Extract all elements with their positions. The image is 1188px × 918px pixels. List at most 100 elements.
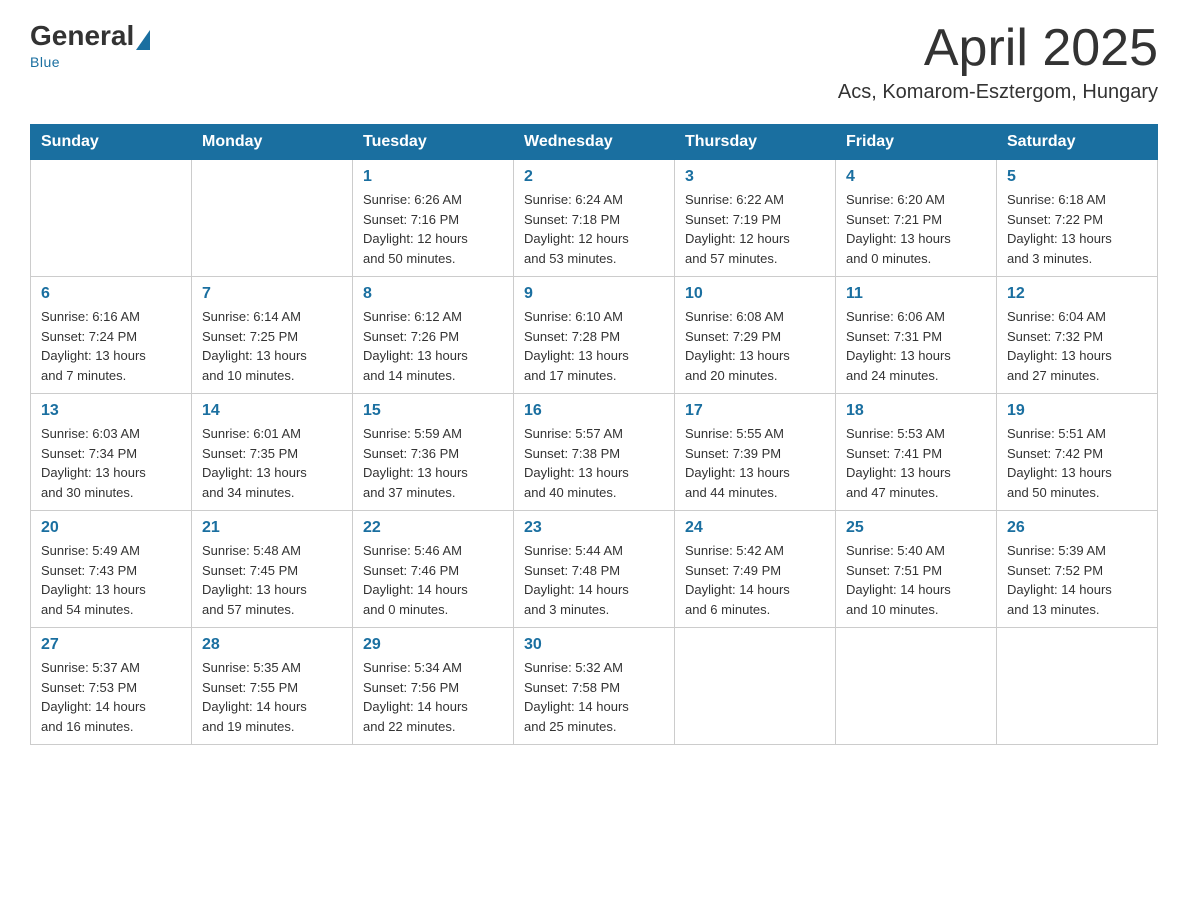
day-info: Sunrise: 6:10 AM Sunset: 7:28 PM Dayligh… bbox=[524, 307, 664, 385]
day-number: 14 bbox=[202, 402, 342, 420]
day-number: 4 bbox=[846, 168, 986, 186]
day-number: 17 bbox=[685, 402, 825, 420]
calendar-cell: 20 Sunrise: 5:49 AM Sunset: 7:43 PM Dayli… bbox=[31, 511, 192, 628]
day-info: Sunrise: 6:18 AM Sunset: 7:22 PM Dayligh… bbox=[1007, 190, 1147, 268]
calendar-cell: 22Sunrise: 5:46 AM Sunset: 7:46 PM Dayli… bbox=[353, 511, 514, 628]
day-number: 25 bbox=[846, 519, 986, 537]
calendar-week-row: 27 Sunrise: 5:37 AM Sunset: 7:53 PM Dayli… bbox=[31, 628, 1158, 745]
day-number: 15 bbox=[363, 402, 503, 420]
calendar-cell: 9 Sunrise: 6:10 AM Sunset: 7:28 PM Daylig… bbox=[514, 277, 675, 394]
calendar-week-row: 20 Sunrise: 5:49 AM Sunset: 7:43 PM Dayli… bbox=[31, 511, 1158, 628]
day-info: Sunrise: 5:59 AM Sunset: 7:36 PM Dayligh… bbox=[363, 424, 503, 502]
calendar-week-row: 1 Sunrise: 6:26 AM Sunset: 7:16 PM Daylig… bbox=[31, 160, 1158, 277]
day-info: Sunrise: 5:48 AM Sunset: 7:45 PM Dayligh… bbox=[202, 541, 342, 619]
day-info: Sunrise: 6:26 AM Sunset: 7:16 PM Dayligh… bbox=[363, 190, 503, 268]
calendar-cell bbox=[836, 628, 997, 745]
calendar-cell: 1 Sunrise: 6:26 AM Sunset: 7:16 PM Daylig… bbox=[353, 160, 514, 277]
calendar-cell: 26 Sunrise: 5:39 AM Sunset: 7:52 PM Dayli… bbox=[997, 511, 1158, 628]
calendar-cell: 8 Sunrise: 6:12 AM Sunset: 7:26 PM Daylig… bbox=[353, 277, 514, 394]
day-number: 23 bbox=[524, 519, 664, 537]
calendar-table: SundayMondayTuesdayWednesdayThursdayFrid… bbox=[30, 124, 1158, 745]
day-info: Sunrise: 6:08 AM Sunset: 7:29 PM Dayligh… bbox=[685, 307, 825, 385]
day-info: Sunrise: 5:42 AM Sunset: 7:49 PM Dayligh… bbox=[685, 541, 825, 619]
calendar-cell: 18Sunrise: 5:53 AM Sunset: 7:41 PM Dayli… bbox=[836, 394, 997, 511]
calendar-cell bbox=[675, 628, 836, 745]
weekday-header-wednesday: Wednesday bbox=[514, 125, 675, 160]
calendar-cell: 25Sunrise: 5:40 AM Sunset: 7:51 PM Dayli… bbox=[836, 511, 997, 628]
calendar-cell: 23 Sunrise: 5:44 AM Sunset: 7:48 PM Dayli… bbox=[514, 511, 675, 628]
calendar-cell: 16Sunrise: 5:57 AM Sunset: 7:38 PM Dayli… bbox=[514, 394, 675, 511]
day-info: Sunrise: 5:44 AM Sunset: 7:48 PM Dayligh… bbox=[524, 541, 664, 619]
day-info: Sunrise: 5:37 AM Sunset: 7:53 PM Dayligh… bbox=[41, 658, 181, 736]
calendar-cell: 19 Sunrise: 5:51 AM Sunset: 7:42 PM Dayli… bbox=[997, 394, 1158, 511]
calendar-cell bbox=[192, 160, 353, 277]
day-info: Sunrise: 5:46 AM Sunset: 7:46 PM Dayligh… bbox=[363, 541, 503, 619]
page-header: General Blue April 2025 Acs, Komarom-Esz… bbox=[30, 20, 1158, 104]
day-number: 1 bbox=[363, 168, 503, 186]
day-info: Sunrise: 6:20 AM Sunset: 7:21 PM Dayligh… bbox=[846, 190, 986, 268]
day-info: Sunrise: 5:49 AM Sunset: 7:43 PM Dayligh… bbox=[41, 541, 181, 619]
day-number: 20 bbox=[41, 519, 181, 537]
day-number: 26 bbox=[1007, 519, 1147, 537]
day-number: 18 bbox=[846, 402, 986, 420]
day-number: 13 bbox=[41, 402, 181, 420]
calendar-header: SundayMondayTuesdayWednesdayThursdayFrid… bbox=[31, 125, 1158, 160]
calendar-cell: 28 Sunrise: 5:35 AM Sunset: 7:55 PM Dayli… bbox=[192, 628, 353, 745]
calendar-cell: 3 Sunrise: 6:22 AM Sunset: 7:19 PM Daylig… bbox=[675, 160, 836, 277]
day-number: 2 bbox=[524, 168, 664, 186]
calendar-cell: 11 Sunrise: 6:06 AM Sunset: 7:31 PM Dayli… bbox=[836, 277, 997, 394]
day-info: Sunrise: 6:03 AM Sunset: 7:34 PM Dayligh… bbox=[41, 424, 181, 502]
calendar-cell: 15 Sunrise: 5:59 AM Sunset: 7:36 PM Dayli… bbox=[353, 394, 514, 511]
calendar-cell: 29Sunrise: 5:34 AM Sunset: 7:56 PM Dayli… bbox=[353, 628, 514, 745]
day-number: 27 bbox=[41, 636, 181, 654]
day-info: Sunrise: 6:06 AM Sunset: 7:31 PM Dayligh… bbox=[846, 307, 986, 385]
calendar-cell: 13 Sunrise: 6:03 AM Sunset: 7:34 PM Dayli… bbox=[31, 394, 192, 511]
calendar-week-row: 13 Sunrise: 6:03 AM Sunset: 7:34 PM Dayli… bbox=[31, 394, 1158, 511]
day-number: 12 bbox=[1007, 285, 1147, 303]
calendar-cell: 30 Sunrise: 5:32 AM Sunset: 7:58 PM Dayli… bbox=[514, 628, 675, 745]
calendar-cell bbox=[997, 628, 1158, 745]
day-number: 16 bbox=[524, 402, 664, 420]
day-number: 9 bbox=[524, 285, 664, 303]
calendar-cell: 17 Sunrise: 5:55 AM Sunset: 7:39 PM Dayli… bbox=[675, 394, 836, 511]
calendar-cell: 6 Sunrise: 6:16 AM Sunset: 7:24 PM Daylig… bbox=[31, 277, 192, 394]
calendar-cell bbox=[31, 160, 192, 277]
calendar-cell: 27 Sunrise: 5:37 AM Sunset: 7:53 PM Dayli… bbox=[31, 628, 192, 745]
calendar-body: 1 Sunrise: 6:26 AM Sunset: 7:16 PM Daylig… bbox=[31, 160, 1158, 745]
day-number: 24 bbox=[685, 519, 825, 537]
day-info: Sunrise: 6:22 AM Sunset: 7:19 PM Dayligh… bbox=[685, 190, 825, 268]
logo-general-text: General bbox=[30, 20, 134, 52]
day-number: 30 bbox=[524, 636, 664, 654]
calendar-cell: 4 Sunrise: 6:20 AM Sunset: 7:21 PM Daylig… bbox=[836, 160, 997, 277]
day-info: Sunrise: 6:14 AM Sunset: 7:25 PM Dayligh… bbox=[202, 307, 342, 385]
calendar-cell: 21 Sunrise: 5:48 AM Sunset: 7:45 PM Dayli… bbox=[192, 511, 353, 628]
day-info: Sunrise: 5:51 AM Sunset: 7:42 PM Dayligh… bbox=[1007, 424, 1147, 502]
day-info: Sunrise: 6:16 AM Sunset: 7:24 PM Dayligh… bbox=[41, 307, 181, 385]
day-number: 11 bbox=[846, 285, 986, 303]
day-number: 3 bbox=[685, 168, 825, 186]
weekday-header-tuesday: Tuesday bbox=[353, 125, 514, 160]
weekday-header-saturday: Saturday bbox=[997, 125, 1158, 160]
day-info: Sunrise: 5:32 AM Sunset: 7:58 PM Dayligh… bbox=[524, 658, 664, 736]
logo-triangle-icon bbox=[136, 30, 150, 50]
day-info: Sunrise: 5:55 AM Sunset: 7:39 PM Dayligh… bbox=[685, 424, 825, 502]
day-info: Sunrise: 5:35 AM Sunset: 7:55 PM Dayligh… bbox=[202, 658, 342, 736]
calendar-week-row: 6 Sunrise: 6:16 AM Sunset: 7:24 PM Daylig… bbox=[31, 277, 1158, 394]
title-area: April 2025 Acs, Komarom-Esztergom, Hunga… bbox=[838, 20, 1158, 104]
day-info: Sunrise: 6:12 AM Sunset: 7:26 PM Dayligh… bbox=[363, 307, 503, 385]
weekday-header-thursday: Thursday bbox=[675, 125, 836, 160]
day-number: 19 bbox=[1007, 402, 1147, 420]
day-info: Sunrise: 5:39 AM Sunset: 7:52 PM Dayligh… bbox=[1007, 541, 1147, 619]
day-info: Sunrise: 6:24 AM Sunset: 7:18 PM Dayligh… bbox=[524, 190, 664, 268]
calendar-cell: 5Sunrise: 6:18 AM Sunset: 7:22 PM Daylig… bbox=[997, 160, 1158, 277]
day-number: 8 bbox=[363, 285, 503, 303]
logo-blue-text: Blue bbox=[30, 54, 60, 70]
day-number: 21 bbox=[202, 519, 342, 537]
calendar-cell: 7 Sunrise: 6:14 AM Sunset: 7:25 PM Daylig… bbox=[192, 277, 353, 394]
day-number: 10 bbox=[685, 285, 825, 303]
day-info: Sunrise: 6:04 AM Sunset: 7:32 PM Dayligh… bbox=[1007, 307, 1147, 385]
day-number: 7 bbox=[202, 285, 342, 303]
day-number: 29 bbox=[363, 636, 503, 654]
day-number: 28 bbox=[202, 636, 342, 654]
day-number: 6 bbox=[41, 285, 181, 303]
